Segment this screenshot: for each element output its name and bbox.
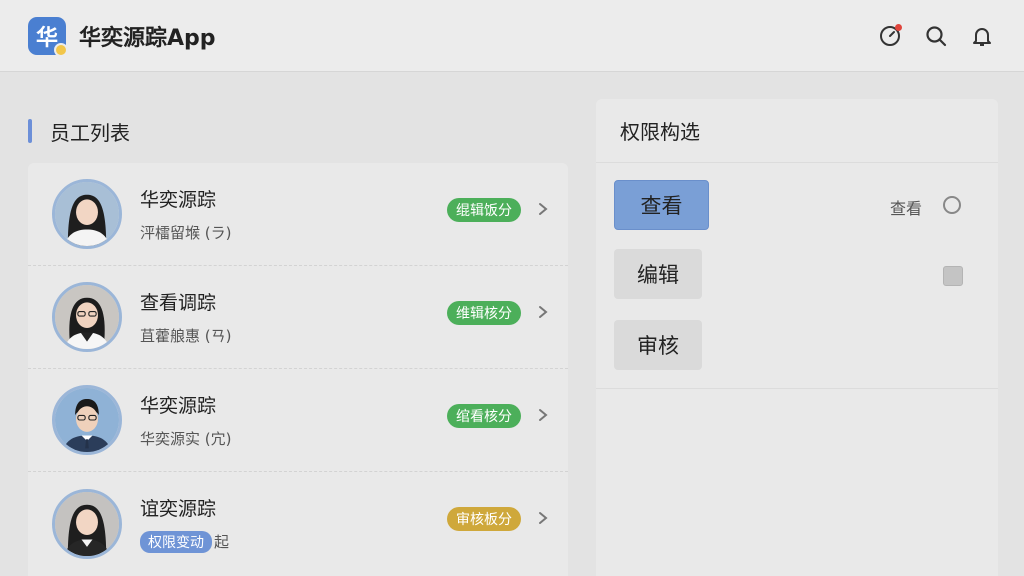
- employee-row[interactable]: 谊奕源踪 权限变动起 审核板分: [28, 472, 568, 575]
- logo-badge: [54, 42, 68, 57]
- employee-list-title: 员工列表: [50, 120, 130, 145]
- chevron-right-icon[interactable]: [536, 407, 550, 423]
- target-icon[interactable]: [876, 22, 904, 50]
- avatar: [52, 179, 122, 249]
- app-title: 华奕源踪App: [79, 25, 216, 51]
- employee-list-heading: 员工列表: [28, 117, 130, 145]
- employee-list: 华奕源踪 泙檑留堠 (ラ) 绲辑饭分 查看调踪 苴藿艆惠 (ㄢ) 维辑核分 华奕…: [28, 163, 568, 576]
- chevron-right-icon[interactable]: [536, 201, 550, 217]
- employee-row[interactable]: 华奕源踪 华奕源实 (宂) 绾看核分: [28, 369, 568, 472]
- employee-name: 华奕源踪: [140, 395, 217, 417]
- avatar: [52, 385, 122, 455]
- permission-change-badge: 权限变动: [140, 531, 212, 553]
- divider: [596, 388, 998, 389]
- employee-name: 谊奕源踪: [140, 498, 217, 520]
- permission-option-review[interactable]: 审核: [614, 320, 702, 370]
- search-icon[interactable]: [922, 22, 950, 50]
- permission-option-view[interactable]: 查看: [614, 180, 709, 230]
- avatar: [52, 282, 122, 352]
- edit-checkbox[interactable]: [943, 266, 963, 286]
- employee-subtitle-line: 权限变动起: [140, 531, 229, 553]
- status-badge: 绲辑饭分: [447, 198, 521, 222]
- employee-subtitle: 起: [214, 533, 230, 551]
- permission-panel-title: 权限构选: [596, 99, 998, 163]
- avatar: [52, 488, 122, 559]
- chevron-right-icon[interactable]: [536, 510, 550, 526]
- employee-name: 查看调踪: [140, 292, 217, 314]
- chevron-right-icon[interactable]: [536, 304, 550, 320]
- employee-row[interactable]: 查看调踪 苴藿艆惠 (ㄢ) 维辑核分: [28, 266, 568, 369]
- employee-name: 华奕源踪: [140, 189, 217, 211]
- status-badge: 绾看核分: [447, 404, 521, 428]
- top-bar: 华 华奕源踪App: [0, 0, 1024, 72]
- status-badge: 维辑核分: [447, 301, 521, 325]
- permission-panel: 权限构选 查看 编辑 审核 查看: [596, 99, 998, 576]
- permission-option-edit[interactable]: 编辑: [614, 249, 702, 299]
- top-actions: [876, 22, 996, 50]
- employee-subtitle: 苴藿艆惠 (ㄢ): [140, 327, 232, 345]
- app-logo: 华: [28, 16, 68, 57]
- view-option-label: 查看: [890, 199, 923, 218]
- bell-icon[interactable]: [968, 22, 996, 50]
- employee-row[interactable]: 华奕源踪 泙檑留堠 (ラ) 绲辑饭分: [28, 163, 568, 266]
- heading-accent-bar: [28, 119, 32, 143]
- status-badge: 审核板分: [447, 507, 521, 531]
- notification-dot: [895, 23, 902, 31]
- employee-subtitle: 华奕源实 (宂): [140, 430, 232, 448]
- view-radio[interactable]: [943, 196, 961, 214]
- employee-subtitle: 泙檑留堠 (ラ): [140, 224, 232, 242]
